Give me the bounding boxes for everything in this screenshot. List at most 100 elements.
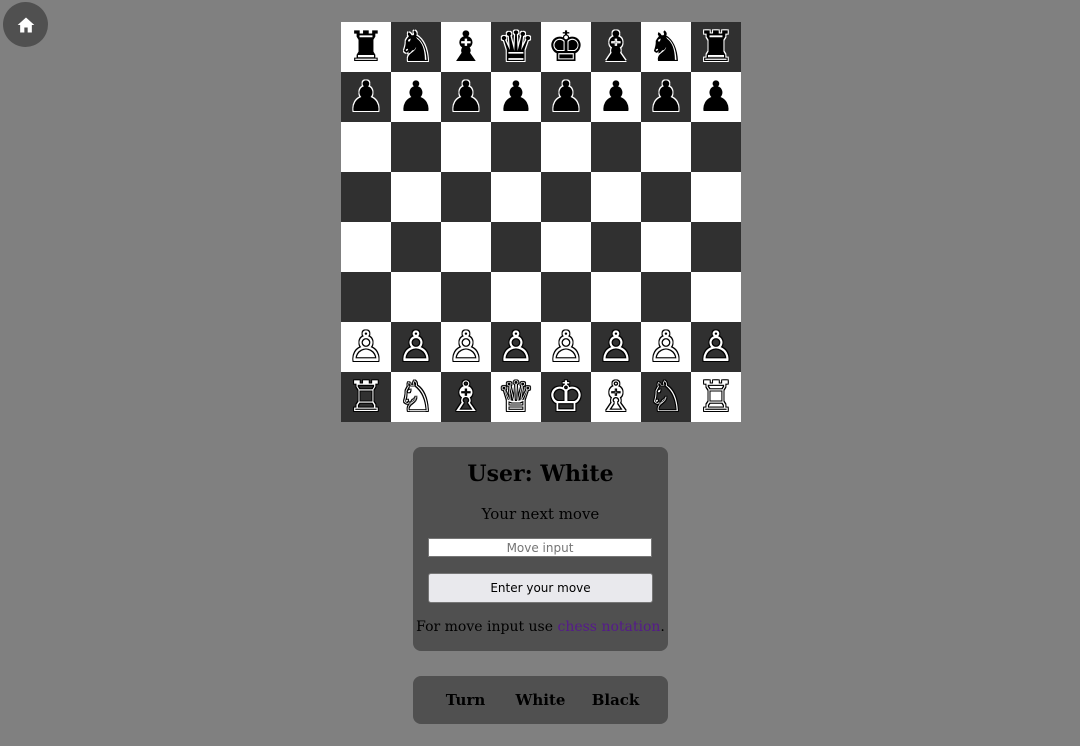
square-b2[interactable]: ♙ [391, 322, 441, 372]
chess-piece-icon: ♙ [697, 322, 735, 371]
chess-piece-icon: ♘ [397, 372, 435, 421]
chess-piece-icon: ♖ [347, 372, 385, 421]
chess-piece-icon: ♛ [497, 22, 535, 71]
chess-piece-icon: ♗ [597, 372, 635, 421]
chess-piece-icon: ♔ [547, 372, 585, 421]
square-d3[interactable] [491, 272, 541, 322]
chess-piece-icon: ♟ [697, 72, 735, 121]
square-g4[interactable] [641, 222, 691, 272]
move-panel: User: White Your next move Enter your mo… [413, 447, 668, 651]
square-g5[interactable] [641, 172, 691, 222]
chess-piece-icon: ♟ [447, 72, 485, 121]
square-c8[interactable]: ♝ [441, 22, 491, 72]
square-c4[interactable] [441, 222, 491, 272]
square-h1[interactable]: ♖ [691, 372, 741, 422]
turn-white[interactable]: White [503, 691, 578, 709]
square-h7[interactable]: ♟ [691, 72, 741, 122]
square-a4[interactable] [341, 222, 391, 272]
square-h5[interactable] [691, 172, 741, 222]
square-c3[interactable] [441, 272, 491, 322]
square-b4[interactable] [391, 222, 441, 272]
square-f2[interactable]: ♙ [591, 322, 641, 372]
enter-move-button[interactable]: Enter your move [428, 573, 653, 603]
chess-notation-link[interactable]: chess notation [557, 619, 660, 635]
square-e2[interactable]: ♙ [541, 322, 591, 372]
square-a7[interactable]: ♟ [341, 72, 391, 122]
square-g1[interactable]: ♘ [641, 372, 691, 422]
home-button[interactable] [3, 2, 48, 47]
chess-piece-icon: ♜ [697, 22, 735, 71]
square-b8[interactable]: ♞ [391, 22, 441, 72]
square-b3[interactable] [391, 272, 441, 322]
square-f3[interactable] [591, 272, 641, 322]
chess-piece-icon: ♟ [397, 72, 435, 121]
square-b5[interactable] [391, 172, 441, 222]
square-h2[interactable]: ♙ [691, 322, 741, 372]
square-b7[interactable]: ♟ [391, 72, 441, 122]
square-a1[interactable]: ♖ [341, 372, 391, 422]
chess-piece-icon: ♘ [647, 372, 685, 421]
square-d7[interactable]: ♟ [491, 72, 541, 122]
chess-piece-icon: ♞ [647, 22, 685, 71]
chess-piece-icon: ♟ [347, 72, 385, 121]
square-g8[interactable]: ♞ [641, 22, 691, 72]
square-b1[interactable]: ♘ [391, 372, 441, 422]
square-d6[interactable] [491, 122, 541, 172]
square-a5[interactable] [341, 172, 391, 222]
square-a6[interactable] [341, 122, 391, 172]
square-h4[interactable] [691, 222, 741, 272]
square-c6[interactable] [441, 122, 491, 172]
square-d2[interactable]: ♙ [491, 322, 541, 372]
square-f8[interactable]: ♝ [591, 22, 641, 72]
square-e6[interactable] [541, 122, 591, 172]
chess-piece-icon: ♜ [347, 22, 385, 71]
square-e4[interactable] [541, 222, 591, 272]
square-f4[interactable] [591, 222, 641, 272]
square-c1[interactable]: ♗ [441, 372, 491, 422]
chess-piece-icon: ♟ [597, 72, 635, 121]
square-e3[interactable] [541, 272, 591, 322]
chess-piece-icon: ♙ [647, 322, 685, 371]
square-g2[interactable]: ♙ [641, 322, 691, 372]
square-h3[interactable] [691, 272, 741, 322]
square-g6[interactable] [641, 122, 691, 172]
square-h6[interactable] [691, 122, 741, 172]
square-d8[interactable]: ♛ [491, 22, 541, 72]
help-prefix: For move input use [416, 619, 558, 635]
square-c7[interactable]: ♟ [441, 72, 491, 122]
square-h8[interactable]: ♜ [691, 22, 741, 72]
chess-piece-icon: ♙ [397, 322, 435, 371]
square-e1[interactable]: ♔ [541, 372, 591, 422]
square-f5[interactable] [591, 172, 641, 222]
square-a3[interactable] [341, 272, 391, 322]
square-e7[interactable]: ♟ [541, 72, 591, 122]
square-g7[interactable]: ♟ [641, 72, 691, 122]
square-d1[interactable]: ♕ [491, 372, 541, 422]
chess-piece-icon: ♙ [347, 322, 385, 371]
square-a2[interactable]: ♙ [341, 322, 391, 372]
square-f7[interactable]: ♟ [591, 72, 641, 122]
square-e8[interactable]: ♚ [541, 22, 591, 72]
help-suffix: . [660, 619, 665, 635]
square-f6[interactable] [591, 122, 641, 172]
chess-piece-icon: ♝ [447, 22, 485, 71]
square-e5[interactable] [541, 172, 591, 222]
help-text: For move input use chess notation. [413, 619, 668, 635]
square-c2[interactable]: ♙ [441, 322, 491, 372]
square-a8[interactable]: ♜ [341, 22, 391, 72]
square-d4[interactable] [491, 222, 541, 272]
chess-board: ♜ ♞ ♝ ♛ ♚ ♝ ♞ ♜ ♟ ♟ ♟ ♟ ♟ ♟ ♟ ♟ ♙ ♙ ♙ ♙ ♙ ♙ ♙ ♙ ♖ ♘ ♗ ♕ ♔ ♗ ♘ ♖ [341, 22, 741, 422]
turn-label: Turn [445, 691, 486, 709]
square-d5[interactable] [491, 172, 541, 222]
turn-black[interactable]: Black [578, 691, 653, 709]
move-input[interactable] [428, 538, 652, 557]
chess-piece-icon: ♟ [547, 72, 585, 121]
square-g3[interactable] [641, 272, 691, 322]
square-b6[interactable] [391, 122, 441, 172]
square-f1[interactable]: ♗ [591, 372, 641, 422]
square-c5[interactable] [441, 172, 491, 222]
home-icon [17, 17, 34, 32]
chess-piece-icon: ♝ [597, 22, 635, 71]
chess-piece-icon: ♟ [497, 72, 535, 121]
chess-piece-icon: ♕ [497, 372, 535, 421]
